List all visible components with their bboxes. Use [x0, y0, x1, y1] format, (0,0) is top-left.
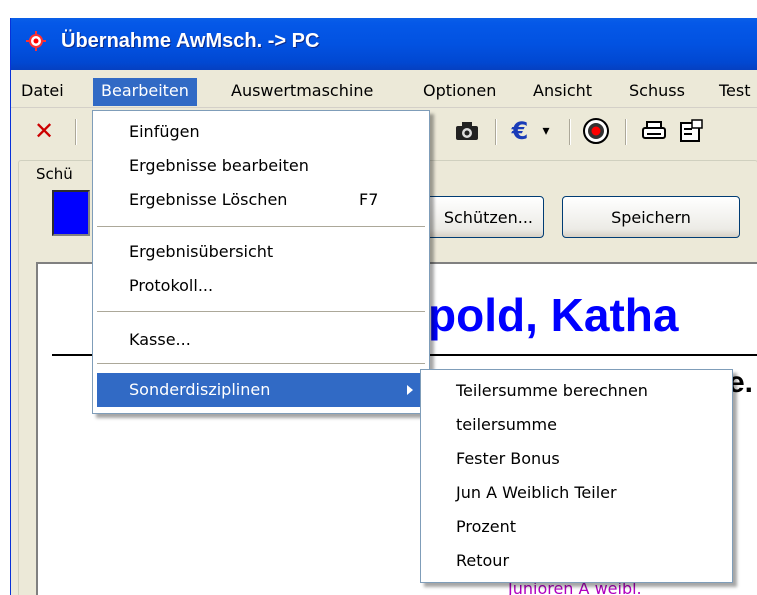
menu-auswertmaschine[interactable]: Auswertmaschine: [223, 78, 381, 106]
menu-item-einfuegen[interactable]: Einfügen: [93, 115, 429, 149]
menu-item-kasse[interactable]: Kasse...: [93, 323, 429, 357]
menu-test[interactable]: Test: [711, 78, 757, 106]
submenu-item-fester-bonus[interactable]: Fester Bonus: [421, 442, 732, 476]
groupbox-label: Schü: [34, 165, 75, 183]
shooter-name: pold, Katha: [428, 289, 679, 341]
submenu-arrow-icon: [407, 385, 413, 395]
sonderdisziplinen-submenu: Teilersumme berechnen teilersumme Fester…: [420, 369, 733, 583]
menu-separator: [97, 363, 425, 364]
submenu-item-label: Prozent: [456, 517, 517, 536]
menu-item-sonderdisziplinen[interactable]: Sonderdisziplinen: [97, 373, 425, 407]
menu-separator: [97, 226, 425, 227]
menu-item-label: Sonderdisziplinen: [129, 380, 271, 399]
target-app-icon: [26, 31, 46, 51]
properties-icon[interactable]: [675, 115, 707, 147]
menu-item-label: Einfügen: [129, 122, 200, 141]
target-icon[interactable]: [579, 115, 613, 147]
toolbar-separator: [495, 119, 497, 145]
menu-item-ergebnisse-bearbeiten[interactable]: Ergebnisse bearbeiten: [93, 149, 429, 183]
menu-item-ergebnisuebersicht[interactable]: Ergebnisübersicht: [93, 235, 429, 269]
menu-bar: Datei Bearbeiten Auswertmaschine Optione…: [11, 72, 757, 108]
submenu-item-label: Teilersumme berechnen: [456, 381, 648, 400]
menu-item-protokoll[interactable]: Protokoll...: [93, 269, 429, 303]
submenu-item-teilersumme[interactable]: teilersumme: [421, 408, 732, 442]
menu-item-shortcut: F7: [359, 190, 379, 209]
menu-optionen[interactable]: Optionen: [415, 78, 504, 106]
submenu-item-retour[interactable]: Retour: [421, 544, 732, 578]
menu-datei[interactable]: Datei: [13, 78, 72, 106]
menu-item-label: Ergebnisse bearbeiten: [129, 156, 309, 175]
printer-icon[interactable]: [637, 115, 671, 147]
menu-item-ergebnisse-loeschen[interactable]: Ergebnisse Löschen F7: [93, 183, 429, 217]
title-bar[interactable]: Übernahme AwMsch. -> PC: [11, 18, 757, 70]
menu-item-label: Ergebnisse Löschen: [129, 190, 288, 209]
menu-bearbeiten[interactable]: Bearbeiten: [93, 78, 197, 106]
window-title: Übernahme AwMsch. -> PC: [61, 30, 320, 52]
submenu-item-prozent[interactable]: Prozent: [421, 510, 732, 544]
dropdown-arrow-icon[interactable]: ▾: [536, 115, 556, 147]
shooters-button[interactable]: Schützen...: [412, 196, 544, 238]
submenu-item-teilersumme-berechnen[interactable]: Teilersumme berechnen: [421, 374, 732, 408]
submenu-item-label: Fester Bonus: [456, 449, 560, 468]
menu-schuss[interactable]: Schuss: [621, 78, 693, 106]
toolbar-separator: [625, 119, 627, 145]
color-indicator: [52, 190, 90, 236]
submenu-item-label: teilersumme: [456, 415, 557, 434]
submenu-item-jun-a-weiblich-teiler[interactable]: Jun A Weiblich Teiler: [421, 476, 732, 510]
toolbar-separator: [569, 119, 571, 145]
save-button[interactable]: Speichern: [562, 196, 740, 238]
toolbar-separator: [75, 119, 77, 145]
menu-item-label: Ergebnisübersicht: [129, 242, 274, 261]
menu-item-label: Kasse...: [129, 330, 191, 349]
submenu-item-label: Jun A Weiblich Teiler: [456, 483, 617, 502]
menu-ansicht[interactable]: Ansicht: [525, 78, 600, 106]
close-icon[interactable]: ✕: [29, 115, 59, 147]
menu-separator: [97, 311, 425, 312]
edit-menu-dropdown: Einfügen Ergebnisse bearbeiten Ergebniss…: [92, 110, 430, 414]
euro-icon[interactable]: €: [506, 115, 534, 147]
camera-icon[interactable]: [451, 115, 483, 147]
menu-item-label: Protokoll...: [129, 276, 214, 295]
submenu-item-label: Retour: [456, 551, 510, 570]
